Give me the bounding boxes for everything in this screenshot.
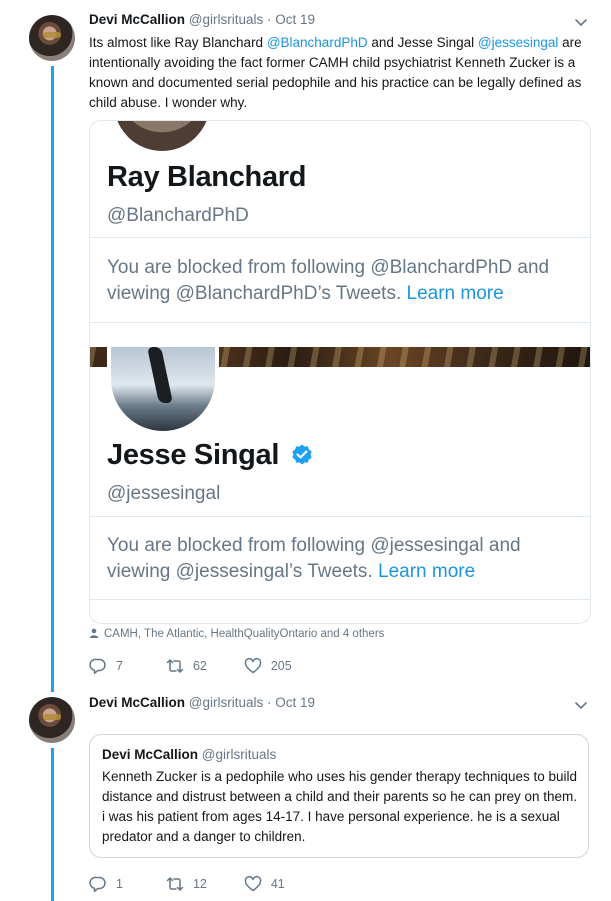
tweet-date[interactable]: Oct 19 (275, 695, 315, 710)
divider (90, 237, 590, 238)
chevron-down-icon[interactable] (573, 14, 589, 30)
like-count: 41 (270, 877, 285, 891)
tweet-header: Devi McCallion @girlsrituals · Oct 19 (89, 695, 315, 710)
learn-more-link: Learn more (406, 283, 504, 304)
tweet-text-segment: and Jesse Singal (367, 35, 478, 50)
divider (90, 322, 590, 323)
thread-connector-line (51, 66, 54, 692)
like-icon (244, 875, 262, 892)
like-button[interactable]: 41 (244, 875, 285, 893)
reply-icon (89, 876, 106, 893)
separator: · (267, 695, 272, 710)
tweet-text-segment: Its almost like Ray Blanchard (89, 35, 267, 50)
reply-count: 7 (116, 659, 123, 673)
author-name[interactable]: Devi McCallion (89, 12, 185, 27)
thread-connector-line (51, 748, 54, 901)
like-count: 205 (270, 659, 292, 673)
reply-button[interactable]: 7 (89, 657, 123, 675)
profile-name-text: Jesse Singal (107, 439, 280, 471)
divider (90, 516, 590, 517)
like-icon (244, 657, 262, 674)
author-handle[interactable]: @girlsrituals (189, 12, 263, 27)
quoted-author-name: Devi McCallion (102, 747, 199, 762)
blocked-notice: You are blocked from following @Blanchar… (107, 255, 567, 307)
reply-count: 1 (116, 877, 123, 891)
learn-more-link: Learn more (378, 561, 476, 582)
tweet-header: Devi McCallion @girlsrituals · Oct 19 (89, 12, 315, 27)
tweet-text: Its almost like Ray Blanchard @Blanchard… (89, 33, 589, 113)
tagged-accounts-text: CAMH, The Atlantic, HealthQualityOntario… (104, 628, 385, 640)
retweet-icon (166, 877, 184, 891)
person-icon (89, 628, 99, 638)
retweet-count: 12 (192, 877, 207, 891)
divider (90, 599, 590, 600)
tweet-date[interactable]: Oct 19 (275, 12, 315, 27)
verified-badge-icon (292, 444, 312, 465)
profile-avatar (110, 121, 214, 155)
blocked-notice: You are blocked from following @jessesin… (107, 533, 567, 585)
tweet-actions: 1 12 41 (89, 875, 314, 893)
quoted-tweet[interactable]: Devi McCallion @girlsrituals Kenneth Zuc… (89, 734, 589, 858)
reply-button[interactable]: 1 (89, 875, 123, 893)
quoted-author-handle: @girlsrituals (201, 747, 277, 762)
profile-name: Ray Blanchard (107, 161, 307, 193)
tweet-actions: 7 62 205 (89, 657, 321, 675)
author-name[interactable]: Devi McCallion (89, 695, 185, 710)
mention-link[interactable]: @BlanchardPhD (267, 35, 368, 50)
profile-name: Jesse Singal (107, 439, 279, 472)
retweet-icon (166, 659, 184, 673)
separator: · (267, 12, 272, 27)
like-button[interactable]: 205 (244, 657, 292, 675)
retweet-button[interactable]: 62 (166, 657, 207, 675)
retweet-count: 62 (192, 659, 207, 673)
author-handle[interactable]: @girlsrituals (189, 695, 263, 710)
reply-icon (89, 658, 106, 675)
profile-handle: @BlanchardPhD (107, 205, 249, 226)
retweet-button[interactable]: 12 (166, 875, 207, 893)
profile-avatar (107, 347, 219, 435)
tagged-accounts[interactable]: CAMH, The Atlantic, HealthQualityOntario… (89, 628, 384, 640)
chevron-down-icon[interactable] (573, 697, 589, 713)
mention-link[interactable]: @jessesingal (478, 35, 559, 50)
quoted-tweet-text: Kenneth Zucker is a pedophile who uses h… (102, 769, 578, 844)
profile-handle: @jessesingal (107, 483, 221, 504)
embedded-image-card[interactable]: Ray Blanchard @BlanchardPhD You are bloc… (89, 120, 591, 624)
quoted-tweet-header: Devi McCallion @girlsrituals (102, 747, 576, 762)
avatar[interactable] (29, 15, 75, 61)
avatar[interactable] (29, 697, 75, 743)
